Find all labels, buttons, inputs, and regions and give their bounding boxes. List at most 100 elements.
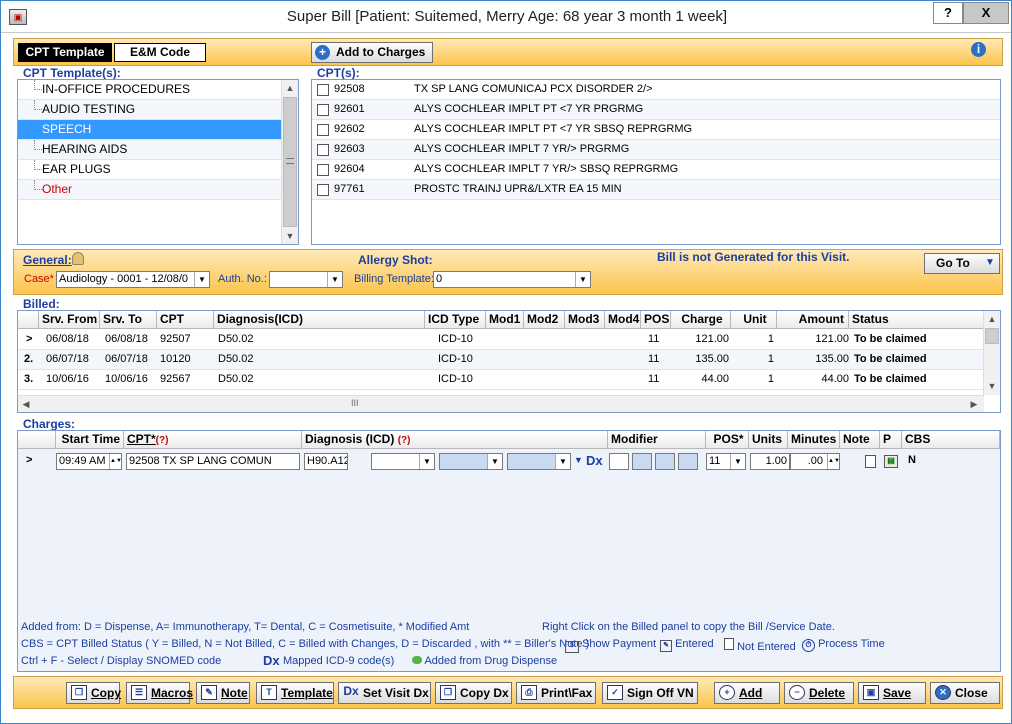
cpt-input[interactable]: 92508 TX SP LANG COMUN [126,453,300,470]
cpt-checkbox[interactable] [317,124,329,136]
help-button[interactable]: ? [933,2,963,24]
billing-template-select[interactable]: 0 ▼ [433,271,591,288]
billed-hscrollbar[interactable]: ◀ III ▶ [18,395,984,412]
dx-icon[interactable]: Dx [586,451,603,471]
clipboard-icon[interactable]: ▤ [884,455,898,468]
pos-select[interactable]: 11 ▼ [706,453,746,470]
note-button[interactable]: ✎ Note [196,682,250,704]
spinner-icon: ▲▼ [827,454,839,469]
col-modifier[interactable]: Modifier [608,431,706,449]
scroll-left-arrow-icon[interactable]: ◀ [18,396,34,412]
col-diagnosis[interactable]: Diagnosis (ICD) (?) [302,431,608,449]
scroll-down-arrow-icon[interactable]: ▼ [282,228,298,244]
cpt-checkbox[interactable] [317,144,329,156]
table-row[interactable]: > 06/08/18 06/08/18 92507 D50.02 ICD-10 … [18,330,984,350]
cpt-checkbox[interactable] [317,184,329,196]
set-visit-dx-button[interactable]: Dx Set Visit Dx [338,682,431,704]
scroll-up-arrow-icon[interactable]: ▲ [282,80,298,96]
close-button[interactable]: ✕ Close [930,682,1000,704]
delete-button[interactable]: − Delete [784,682,854,704]
copy-button[interactable]: ❐ Copy [66,682,121,704]
print-fax-button[interactable]: ⎙ Print\Fax [516,682,596,704]
template-list-scrollbar[interactable]: ▲ ▼ [281,80,298,244]
tab-em-code[interactable]: E&M Code [114,43,206,62]
col-start-time[interactable]: Start Time [56,431,124,449]
auth-no-select[interactable]: ▼ [269,271,343,288]
col-srv-from[interactable]: Srv. From [39,311,100,329]
billed-vscrollbar[interactable]: ▲ ▼ [983,311,1000,395]
table-row[interactable]: 3. 10/06/16 10/06/16 92567 D50.02 ICD-10… [18,370,984,390]
diagnosis2-select[interactable]: ▼ [371,453,435,470]
units-input[interactable]: 1.00 [750,453,790,470]
diagnosis-input[interactable]: H90.A12 [304,453,348,470]
charge-row[interactable]: > 09:49 AM ▲▼ 92508 TX SP LANG COMUN H90.… [18,451,1000,473]
cpt-row[interactable]: 92508 TX SP LANG COMUNICAJ PCX DISORDER 2… [312,80,1000,100]
note-icon[interactable] [865,455,876,468]
col-charge[interactable]: Charge [671,311,731,329]
col-minutes[interactable]: Minutes [788,431,840,449]
col-srv-to[interactable]: Srv. To [100,311,157,329]
add-button[interactable]: + Add [714,682,780,704]
info-icon[interactable]: i [971,42,986,57]
col-p[interactable]: P [880,431,902,449]
sign-off-vn-button[interactable]: ✓ Sign Off VN [602,682,698,704]
save-button[interactable]: ▣ Save [858,682,926,704]
template-item-other[interactable]: Other [18,180,282,200]
cpt-row[interactable]: 92602 ALYS COCHLEAR IMPLT PT <7 YR SBSQ R… [312,120,1000,140]
col-cbs[interactable]: CBS [902,431,1000,449]
scroll-thumb[interactable] [985,328,999,344]
mod2-input[interactable] [632,453,652,470]
tab-cpt-template[interactable]: CPT Template [18,43,112,62]
cpt-row[interactable]: 92601 ALYS COCHLEAR IMPLT PT <7 YR PRGRMG [312,100,1000,120]
minutes-input[interactable]: .00 ▲▼ [790,453,840,470]
mod3-input[interactable] [655,453,675,470]
col-pos[interactable]: POS* [706,431,749,449]
cpt-checkbox[interactable] [317,84,329,96]
copy-dx-button[interactable]: ❐ Copy Dx [435,682,512,704]
col-note[interactable]: Note [840,431,880,449]
scroll-thumb[interactable] [283,97,297,227]
diagnosis4-select[interactable]: ▼ [507,453,571,470]
scroll-right-arrow-icon[interactable]: ▶ [966,396,982,412]
col-pos[interactable]: POS [641,311,671,329]
cpt-row[interactable]: 92603 ALYS COCHLEAR IMPLT 7 YR/> PRGRMG [312,140,1000,160]
col-units[interactable]: Units [749,431,788,449]
mod4-input[interactable] [678,453,698,470]
scroll-up-arrow-icon[interactable]: ▲ [984,311,1000,327]
col-unit[interactable]: Unit [731,311,777,329]
col-mod1[interactable]: Mod1 [486,311,524,329]
mod1-input[interactable] [609,453,629,470]
col-mod4[interactable]: Mod4 [605,311,641,329]
window-close-button[interactable]: X [963,2,1009,24]
dx-dropdown-icon[interactable]: ▼ [574,451,583,471]
col-mod3[interactable]: Mod3 [565,311,605,329]
start-time-input[interactable]: 09:49 AM ▲▼ [56,453,122,470]
col-mod2[interactable]: Mod2 [524,311,565,329]
template-item-speech[interactable]: SPEECH [18,120,282,140]
diagnosis3-select[interactable]: ▼ [439,453,503,470]
cpt-row[interactable]: 97761 PROSTC TRAINJ UPR&/LXTR EA 15 MIN [312,180,1000,200]
template-item-audio-testing[interactable]: AUDIO TESTING [18,100,282,120]
case-select[interactable]: Audiology - 0001 - 12/08/0 ▼ [56,271,210,288]
col-status[interactable]: Status [849,311,984,329]
template-button[interactable]: T Template [256,682,334,704]
cpt-row[interactable]: 92604 ALYS COCHLEAR IMPLT 7 YR/> SBSQ REP… [312,160,1000,180]
add-to-charges-button[interactable]: + Add to Charges [311,42,433,63]
macros-button[interactable]: ☰ Macros [126,682,193,704]
go-to-button[interactable]: Go To ▼ [924,253,1000,274]
billed-grid[interactable]: Srv. From Srv. To CPT Diagnosis(ICD) ICD… [17,310,1001,413]
show-payment-item[interactable]: $ Show Payment [565,638,656,653]
scroll-grip[interactable]: III [351,394,359,414]
col-cpt[interactable]: CPT*(?) [124,431,302,449]
col-diagnosis[interactable]: Diagnosis(ICD) [214,311,425,329]
template-item-hearing-aids[interactable]: HEARING AIDS [18,140,282,160]
scroll-down-arrow-icon[interactable]: ▼ [984,378,1000,394]
cpt-checkbox[interactable] [317,104,329,116]
template-item-in-office[interactable]: IN-OFFICE PROCEDURES [18,80,282,100]
col-icd-type[interactable]: ICD Type [425,311,486,329]
cpt-checkbox[interactable] [317,164,329,176]
template-item-ear-plugs[interactable]: EAR PLUGS [18,160,282,180]
table-row[interactable]: 2. 06/07/18 06/07/18 10120 D50.02 ICD-10… [18,350,984,370]
col-amount[interactable]: Amount [777,311,849,329]
col-cpt[interactable]: CPT [157,311,214,329]
